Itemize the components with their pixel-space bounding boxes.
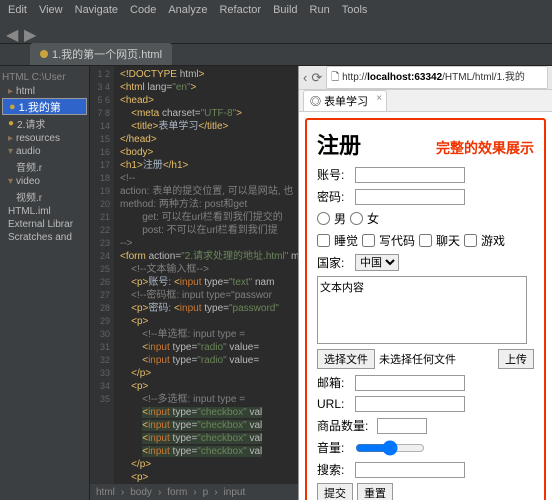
- file-item[interactable]: 视频.r: [2, 188, 87, 205]
- male-label: 男: [334, 210, 346, 227]
- folder-resources[interactable]: ▸resources: [2, 132, 87, 145]
- menu-tools[interactable]: Tools: [338, 4, 372, 16]
- crumb-item[interactable]: input: [224, 487, 246, 498]
- acct-label: 账号:: [317, 166, 351, 183]
- caption: 完整的效果展示: [436, 138, 534, 158]
- menu-refactor[interactable]: Refactor: [215, 4, 265, 16]
- project-panel[interactable]: HTML C:\User ▸html ●1.我的第 ●2.请求 ▸resourc…: [0, 66, 90, 500]
- breadcrumb[interactable]: html› body› form› p› input: [90, 484, 298, 500]
- html-file-icon: ●: [9, 101, 16, 113]
- search-label: 搜索:: [317, 461, 351, 478]
- female-label: 女: [367, 210, 379, 227]
- menu-build[interactable]: Build: [269, 4, 301, 16]
- cb-label: 写代码: [379, 232, 415, 249]
- folder-icon: ▸: [8, 133, 13, 144]
- upload-button[interactable]: 上传: [498, 349, 534, 369]
- submit-button[interactable]: 提交: [317, 483, 353, 500]
- radio-male[interactable]: [317, 212, 330, 225]
- page-title: 注册: [317, 128, 361, 160]
- volume-slider[interactable]: [355, 440, 425, 456]
- scratches-item[interactable]: Scratches and: [2, 231, 87, 244]
- country-label: 国家:: [317, 254, 351, 271]
- crumb-item[interactable]: html: [96, 487, 115, 498]
- back-icon[interactable]: ‹: [303, 70, 307, 85]
- browser-preview: ‹ ⟳ 🗋 http://localhost:63342/HTML/html/1…: [298, 66, 552, 500]
- crumb-item[interactable]: form: [167, 487, 187, 498]
- file-item[interactable]: HTML.iml: [2, 205, 87, 218]
- browser-toolbar: ‹ ⟳ 🗋 http://localhost:63342/HTML/html/1…: [299, 66, 552, 90]
- cb-label: 聊天: [436, 232, 460, 249]
- back-icon[interactable]: ◀: [6, 25, 20, 39]
- menu-run[interactable]: Run: [306, 4, 334, 16]
- email-input[interactable]: [355, 375, 465, 391]
- line-gutter: 1 2 3 4 5 6 7 8 14 15 16 17 18 19 20 21 …: [90, 66, 114, 500]
- file-item[interactable]: ●2.请求: [2, 115, 87, 132]
- rendered-page: 注册 完整的效果展示 账号: 密码: 男 女 睡觉 写代码 聊天 游戏 国家:中…: [299, 112, 552, 500]
- password-input[interactable]: [355, 189, 465, 205]
- html-file-icon: [40, 50, 48, 58]
- menu-analyze[interactable]: Analyze: [164, 4, 211, 16]
- account-input[interactable]: [355, 167, 465, 183]
- country-select[interactable]: 中国: [355, 254, 399, 271]
- lib-item[interactable]: External Librar: [2, 218, 87, 231]
- qty-label: 商品数量:: [317, 417, 373, 434]
- menu-edit[interactable]: Edit: [4, 4, 31, 16]
- crumb-item[interactable]: body: [130, 487, 152, 498]
- choose-file-button[interactable]: 选择文件: [317, 349, 375, 369]
- cb-chat[interactable]: [419, 234, 432, 247]
- textarea[interactable]: [317, 276, 527, 344]
- url-input[interactable]: [355, 396, 465, 412]
- search-input[interactable]: [355, 462, 465, 478]
- reset-button[interactable]: 重置: [357, 483, 393, 500]
- code-body[interactable]: <!DOCTYPE html> <html lang="en"> <head> …: [116, 66, 298, 500]
- project-title: HTML C:\User: [2, 70, 87, 85]
- folder-html[interactable]: ▸html: [2, 85, 87, 98]
- email-label: 邮箱:: [317, 374, 351, 391]
- code-editor[interactable]: 1 2 3 4 5 6 7 8 14 15 16 17 18 19 20 21 …: [90, 66, 298, 500]
- folder-video[interactable]: ▾video: [2, 175, 87, 188]
- browser-tab[interactable]: ◎ 表单学习: [303, 90, 387, 111]
- editor-tabstrip: 1.我的第一个网页.html: [0, 44, 552, 66]
- cb-label: 睡觉: [334, 232, 358, 249]
- fwd-icon[interactable]: ▶: [24, 25, 38, 39]
- cb-code[interactable]: [362, 234, 375, 247]
- html-file-icon: ●: [8, 118, 14, 129]
- editor-tab[interactable]: 1.我的第一个网页.html: [30, 43, 172, 65]
- folder-audio[interactable]: ▾audio: [2, 145, 87, 158]
- file-item[interactable]: 音频.r: [2, 158, 87, 175]
- browser-tabstrip: ◎ 表单学习: [299, 90, 552, 112]
- vol-label: 音量:: [317, 439, 351, 456]
- qty-input[interactable]: [377, 418, 427, 434]
- cb-label: 游戏: [481, 232, 505, 249]
- file-status: 未选择任何文件: [379, 351, 456, 367]
- menu-navigate[interactable]: Navigate: [71, 4, 122, 16]
- editor-tab-label: 1.我的第一个网页.html: [52, 46, 162, 62]
- radio-female[interactable]: [350, 212, 363, 225]
- folder-icon: ▾: [8, 176, 13, 187]
- cb-game[interactable]: [464, 234, 477, 247]
- cb-sleep[interactable]: [317, 234, 330, 247]
- menu-code[interactable]: Code: [126, 4, 160, 16]
- pwd-label: 密码:: [317, 188, 351, 205]
- folder-icon: ▸: [8, 86, 13, 97]
- demo-border: 注册 完整的效果展示 账号: 密码: 男 女 睡觉 写代码 聊天 游戏 国家:中…: [305, 118, 546, 500]
- folder-icon: ▾: [8, 146, 13, 157]
- url-label: URL:: [317, 397, 351, 411]
- address-bar[interactable]: 🗋 http://localhost:63342/HTML/html/1.我的: [326, 66, 548, 89]
- menu-view[interactable]: View: [35, 4, 67, 16]
- ide-toolbar: ◀ ▶: [0, 20, 552, 44]
- file-selected[interactable]: ●1.我的第: [2, 98, 87, 115]
- reload-icon[interactable]: ⟳: [311, 70, 322, 86]
- crumb-item[interactable]: p: [203, 487, 209, 498]
- ide-menubar[interactable]: Edit View Navigate Code Analyze Refactor…: [0, 0, 552, 20]
